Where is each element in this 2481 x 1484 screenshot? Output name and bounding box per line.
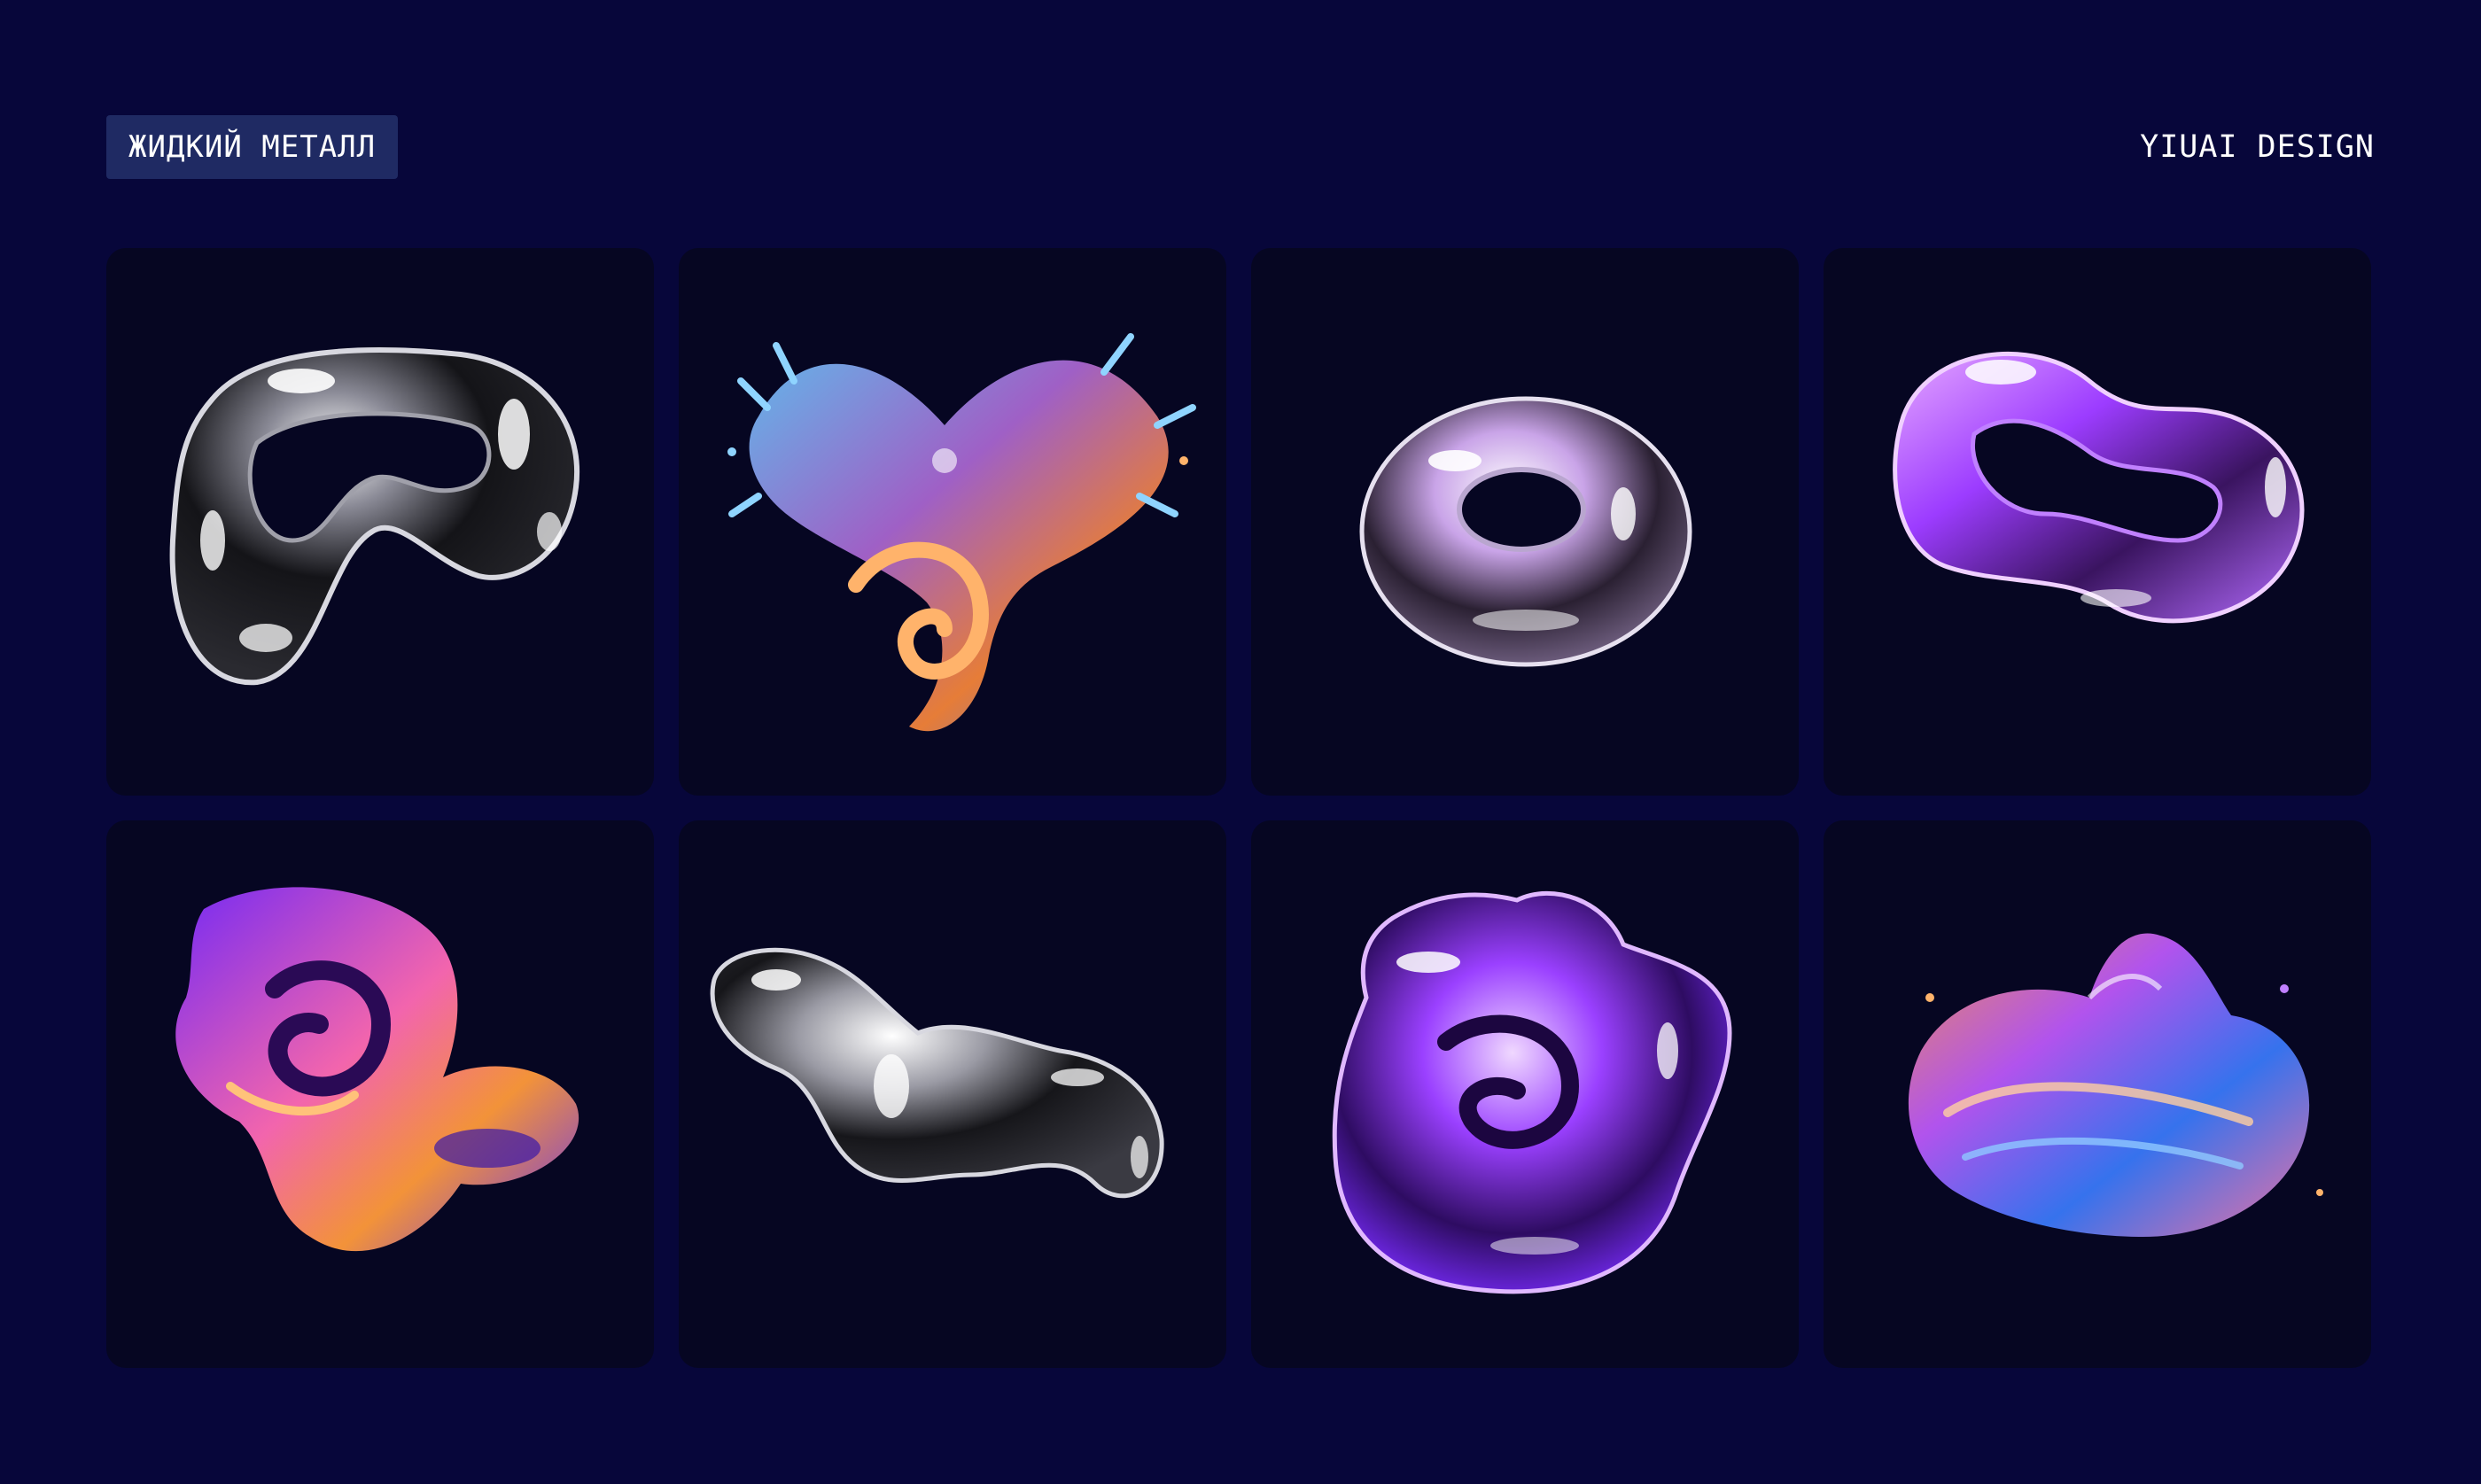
gallery-tile[interactable] xyxy=(679,820,1226,1368)
gallery-tile[interactable] xyxy=(1251,248,1799,796)
iridescent-splash-heart-icon xyxy=(727,333,1196,732)
iridescent-wave-icon xyxy=(1908,933,2323,1237)
gallery-tile[interactable] xyxy=(1251,820,1799,1368)
violet-chrome-loop-icon xyxy=(1893,351,2305,624)
chrome-blob-icon xyxy=(710,947,1164,1199)
gallery-tile[interactable] xyxy=(106,248,654,796)
chrome-loop-icon xyxy=(169,347,580,686)
violet-chrome-blob-icon xyxy=(1332,890,1732,1294)
gallery-tile[interactable] xyxy=(1824,248,2371,796)
page-tag: ЖИДКИЙ МЕТАЛЛ xyxy=(106,115,399,179)
purple-orange-swirl-icon xyxy=(175,887,579,1252)
chrome-torus-icon xyxy=(1359,396,1692,667)
gallery-grid xyxy=(106,248,2373,1368)
brand-label: YIUAI DESIGN xyxy=(2140,129,2375,165)
gallery-tile[interactable] xyxy=(679,248,1226,796)
gallery-tile[interactable] xyxy=(1824,820,2371,1368)
gallery-tile[interactable] xyxy=(106,820,654,1368)
page-tag-label: ЖИДКИЙ МЕТАЛЛ xyxy=(128,129,377,165)
